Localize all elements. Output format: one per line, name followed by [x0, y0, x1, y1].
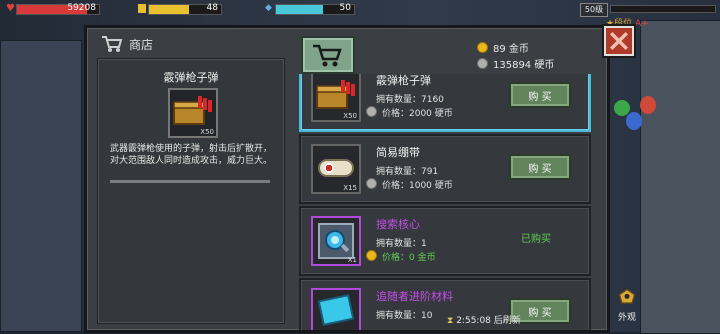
cart-icon	[102, 36, 123, 52]
list-item[interactable]: X50 霰弹枪子弹 拥有数量：7160 价格：2000 硬币 购 买	[299, 74, 591, 132]
appearance-icon	[618, 288, 636, 304]
gold-coin-icon	[366, 250, 377, 261]
detail-item-icon: X50	[168, 88, 218, 138]
purchased-label: 已购买	[521, 234, 551, 245]
energy-fill	[149, 5, 189, 14]
close-icon	[609, 31, 629, 51]
detail-description: 武器霰弹枪使用的子弹，射击后扩散开，对大范围敌人同时造成攻击，威力巨大。	[110, 144, 273, 166]
item-name: 搜索核心	[376, 218, 420, 231]
item-name: 霰弹枪子弹	[376, 74, 431, 87]
shop-title-text: 商店	[129, 37, 154, 52]
exp-bar	[610, 5, 716, 13]
item-icon-count: X50	[343, 112, 357, 120]
level-badge: 50级	[580, 3, 608, 17]
building-left	[0, 40, 82, 332]
mana-fill	[276, 5, 323, 14]
silver-coin-icon	[366, 106, 377, 117]
list-item[interactable]: X1 搜索核心 拥有数量：1 价格：0 金币 已购买	[299, 206, 591, 276]
item-owned: 拥有数量：791	[376, 167, 439, 177]
item-price: 价格：0 金币	[366, 250, 436, 263]
shop-tab[interactable]	[301, 36, 355, 74]
balloon-blue	[626, 112, 642, 130]
item-price-text: 价格：2000 硬币	[382, 109, 453, 119]
item-name: 追随者进阶材料	[376, 290, 453, 303]
item-icon: X50	[311, 74, 361, 122]
list-item[interactable]: X15 简易绷带 拥有数量：791 价格：1000 硬币 购 买	[299, 134, 591, 204]
energy-icon	[138, 4, 146, 13]
gold-coin-icon	[477, 42, 488, 53]
mana-bar: 50	[275, 3, 355, 15]
refresh-timer: ⧗ 2:55:08 后刷新	[447, 313, 521, 326]
silver-row: 135894 硬币	[477, 58, 554, 74]
detail-divider	[110, 180, 270, 183]
shop-item-list[interactable]: X50 霰弹枪子弹 拥有数量：7160 价格：2000 硬币 购 买 X15 简…	[299, 74, 591, 330]
item-owned: 拥有数量：1	[376, 239, 427, 249]
item-price: 价格：2000 硬币	[366, 106, 453, 119]
silver-coin-icon	[366, 178, 377, 189]
balloon-red	[640, 96, 656, 114]
shop-panel: 商店 89 金币 135894 硬币 霰弹枪子弹 X50 武器霰弹枪使用的子弹，…	[84, 25, 610, 333]
rank-grade: A+	[634, 19, 649, 29]
energy-bar: 48	[148, 3, 222, 15]
cart-icon	[313, 44, 342, 67]
buy-button[interactable]: 购 买	[509, 82, 571, 108]
gold-amount: 89 金币	[493, 44, 529, 55]
hourglass-icon: ⧗	[447, 316, 454, 326]
item-detail-panel: 霰弹枪子弹 X50 武器霰弹枪使用的子弹，射击后扩散开，对大范围敌人同时造成攻击…	[97, 58, 285, 324]
energy-value: 48	[206, 3, 218, 13]
item-price-text: 价格：1000 硬币	[382, 181, 453, 191]
item-icon-count: X1	[347, 256, 357, 264]
appearance-button[interactable]: 外观	[612, 288, 642, 323]
item-icon	[311, 288, 361, 330]
item-owned: 拥有数量：7160	[376, 95, 444, 105]
mana-icon: ◆	[265, 3, 272, 13]
heart-icon: ♥	[6, 3, 15, 14]
detail-icon-count: X50	[200, 128, 214, 136]
mana-value: 50	[339, 3, 351, 13]
item-price-text: 价格：0 金币	[382, 253, 436, 263]
list-item[interactable]: 追随者进阶材料 拥有数量：10 购 买	[299, 278, 591, 330]
currency-display: 89 金币 135894 硬币	[477, 42, 554, 74]
item-icon-count: X15	[343, 184, 357, 192]
hp-value: 59208	[67, 3, 96, 13]
detail-item-name: 霰弹枪子弹	[163, 71, 219, 84]
appearance-label: 外观	[617, 313, 636, 323]
upgrade-material-icon	[317, 293, 355, 327]
silver-coin-icon	[477, 58, 488, 69]
hp-bar: 59208	[16, 3, 100, 15]
refresh-text: 2:55:08 后刷新	[456, 316, 521, 326]
item-icon: X1	[311, 216, 361, 266]
shop-title: 商店	[101, 35, 153, 53]
gold-row: 89 金币	[477, 42, 554, 58]
close-button[interactable]	[604, 26, 634, 56]
buy-button[interactable]: 购 买	[509, 154, 571, 180]
item-owned: 拥有数量：10	[376, 311, 433, 321]
silver-amount: 135894 硬币	[493, 60, 555, 71]
item-icon: X15	[311, 144, 361, 194]
item-name: 简易绷带	[376, 146, 420, 159]
item-price: 价格：1000 硬币	[366, 178, 453, 191]
building-right	[640, 20, 720, 334]
